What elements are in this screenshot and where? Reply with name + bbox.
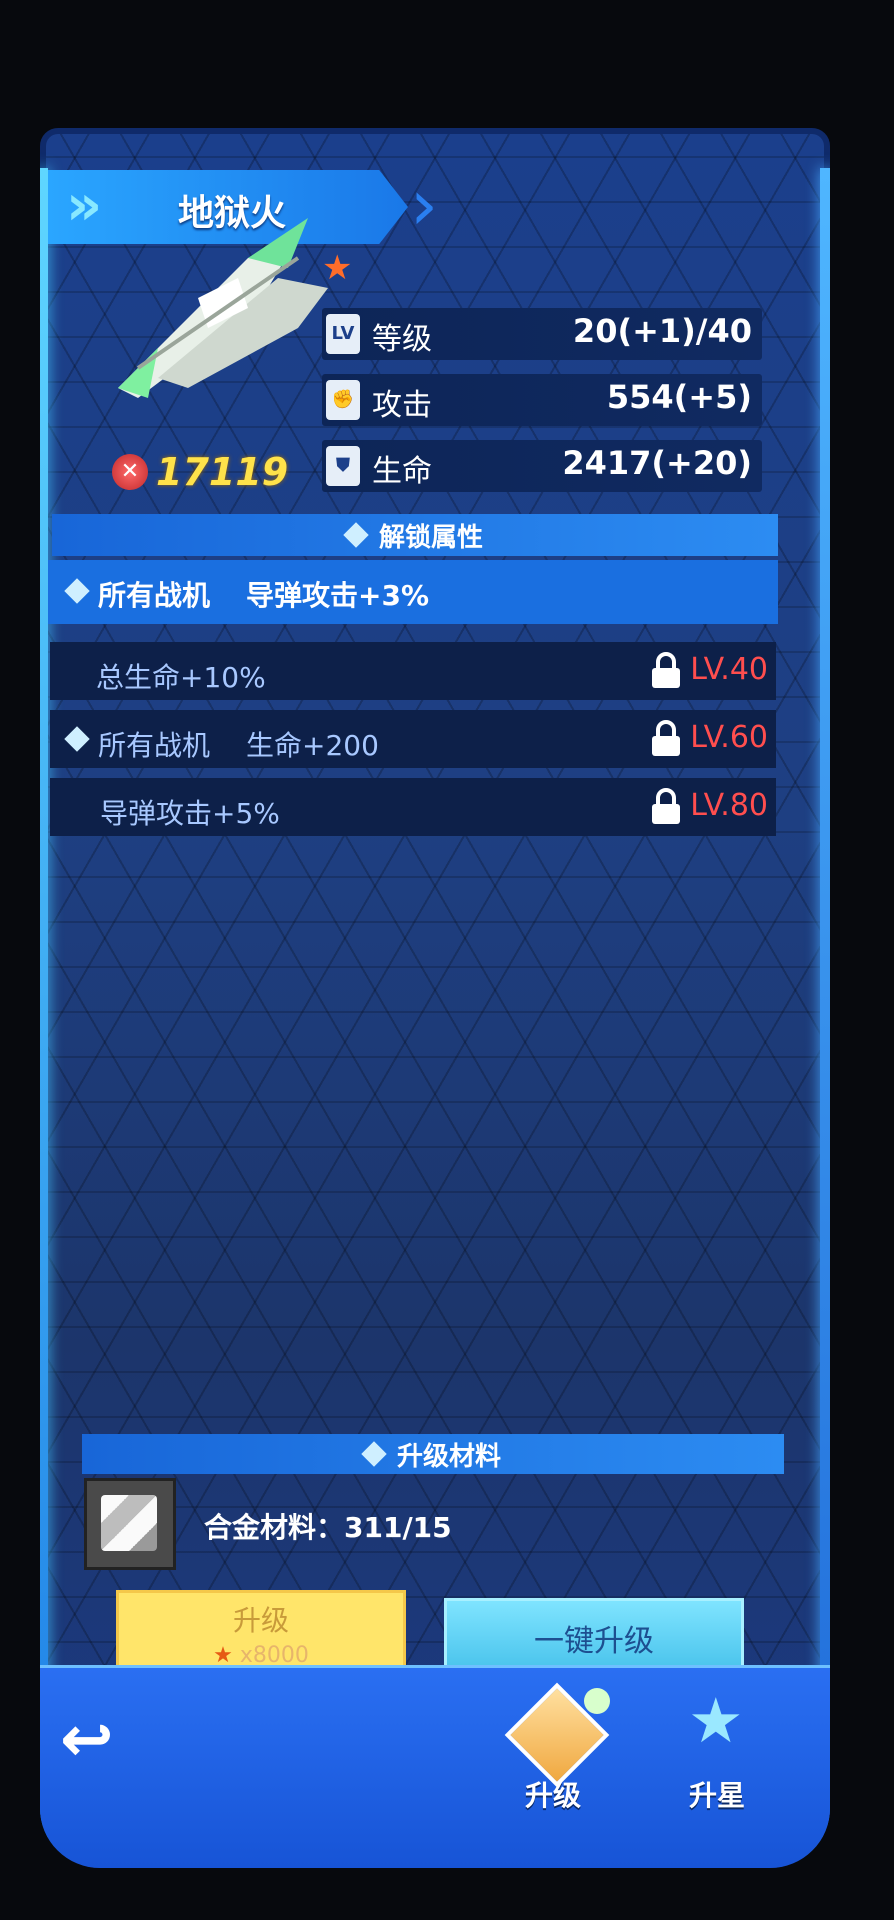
fighter-plane-image: [118, 218, 328, 398]
material-count: 合金材料：311/15: [204, 1511, 452, 1544]
quality-star-icon: ★: [322, 248, 353, 288]
combat-power: ✕ 17119: [112, 450, 288, 494]
tab-upgrade[interactable]: 升级: [504, 1682, 610, 1818]
attribute-effect: 总生命+10%: [96, 661, 266, 694]
tab-star-up[interactable]: ★ 升星: [674, 1684, 760, 1818]
power-value: 17119: [156, 450, 289, 494]
section-title: 升级材料: [396, 1441, 501, 1472]
stat-value: 554(+5): [606, 378, 752, 416]
alloy-material-slot[interactable]: [84, 1478, 176, 1570]
bottom-nav: ↩ 升级 ★ 升星: [40, 1665, 830, 1868]
locked-attribute-row: 总生命+10% LV.40: [50, 642, 776, 700]
power-icon: ✕: [112, 454, 148, 490]
required-level: LV.80: [690, 788, 768, 823]
lock-icon: [652, 652, 680, 688]
stat-row-level: LV 等级 20(+1)/40: [322, 308, 762, 360]
attribute-target: 所有战机: [98, 729, 211, 762]
alloy-cube-icon: [101, 1495, 157, 1551]
tab-label: 升星: [688, 1779, 745, 1812]
stat-value: 2417(+20): [562, 444, 752, 482]
stat-row-attack: ✊ 攻击 554(+5): [322, 374, 762, 426]
lock-icon: [652, 788, 680, 824]
upgrade-panel: » 地狱火 › ★ ✕ 17119 LV 等级 20(+1)/40 ✊ 攻击 5…: [40, 128, 830, 1868]
diamond-icon: [64, 578, 90, 604]
attribute-effect: 导弹攻击+5%: [100, 797, 280, 830]
diamond-icon: [361, 1441, 387, 1467]
shield-icon: ⛊: [326, 446, 360, 486]
notification-dot: [584, 1688, 610, 1714]
stat-label: 生命: [372, 454, 432, 489]
attribute-effect: 生命+200: [246, 729, 379, 762]
locked-attribute-row: 所有战机 生命+200 LV.60: [50, 710, 776, 768]
panel-edge-glow-left: [40, 168, 48, 1858]
stat-label: 攻击: [372, 388, 432, 423]
lock-icon: [652, 720, 680, 756]
tab-label: 升级: [524, 1779, 581, 1812]
required-level: LV.60: [690, 720, 768, 755]
attribute-target: 所有战机: [98, 579, 211, 612]
back-arrow-icon[interactable]: ↩: [60, 1708, 140, 1778]
chevron-decoration-icon: ›: [410, 164, 438, 246]
stat-value: 20(+1)/40: [572, 312, 752, 350]
locked-attribute-row: 导弹攻击+5% LV.80: [50, 778, 776, 836]
diamond-icon: [64, 726, 90, 752]
unlocked-attribute: 所有战机 导弹攻击+3%: [48, 560, 778, 624]
section-title: 解锁属性: [378, 522, 483, 553]
chevron-right-icon: »: [66, 173, 103, 238]
diamond-icon: [343, 522, 369, 548]
attribute-effect: 导弹攻击+3%: [246, 579, 429, 612]
materials-section-header: 升级材料: [82, 1434, 784, 1474]
stat-row-hp: ⛊ 生命 2417(+20): [322, 440, 762, 492]
unlock-section-header: 解锁属性: [52, 514, 778, 556]
panel-edge-glow-right: [820, 168, 830, 1858]
upgrade-button-label: 升级: [232, 1604, 289, 1637]
stat-label: 等级: [372, 322, 432, 357]
star-icon: ★: [688, 1684, 744, 1757]
required-level: LV.40: [690, 652, 768, 687]
attack-icon: ✊: [326, 380, 360, 420]
level-icon: LV: [326, 314, 360, 354]
